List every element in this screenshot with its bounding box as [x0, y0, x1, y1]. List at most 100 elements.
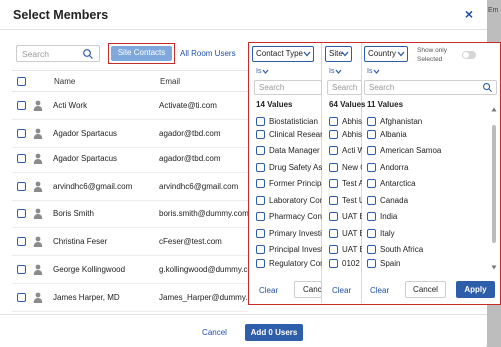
- checkbox[interactable]: [367, 130, 376, 139]
- country-dropdown[interactable]: Country: [364, 46, 408, 62]
- list-item[interactable]: Italy: [367, 227, 487, 241]
- cancel-button[interactable]: Cancel: [405, 281, 446, 298]
- checkbox[interactable]: [367, 229, 376, 238]
- list-item[interactable]: Primary Investigator: [256, 227, 322, 241]
- list-item[interactable]: Andorra: [367, 161, 487, 175]
- site-dropdown[interactable]: Site: [325, 46, 352, 62]
- table-row[interactable]: James Harper, MD James_Harper@dummy.com: [12, 284, 248, 312]
- tab-site-contacts[interactable]: Site Contacts: [108, 43, 175, 64]
- table-row[interactable]: Agador Spartacus agador@tbd.com: [12, 120, 248, 148]
- checkbox[interactable]: [256, 212, 265, 221]
- checkbox[interactable]: [329, 196, 338, 205]
- row-checkbox[interactable]: [17, 101, 26, 110]
- checkbox[interactable]: [256, 163, 265, 172]
- checkbox[interactable]: [329, 117, 338, 126]
- checkbox[interactable]: [329, 245, 338, 254]
- checkbox[interactable]: [256, 196, 265, 205]
- cancel-button[interactable]: Cancel: [294, 281, 322, 298]
- row-checkbox[interactable]: [17, 237, 26, 246]
- clear-button[interactable]: Clear: [332, 286, 351, 295]
- contact-type-search-input[interactable]: Search: [254, 80, 322, 95]
- checkbox[interactable]: [367, 146, 376, 155]
- checkbox[interactable]: [256, 245, 265, 254]
- list-item[interactable]: Abhish: [329, 128, 362, 142]
- add-users-button[interactable]: Add 0 Users: [245, 324, 303, 341]
- checkbox[interactable]: [329, 163, 338, 172]
- contact-type-dropdown[interactable]: Contact Type: [252, 46, 314, 62]
- member-search-box[interactable]: [16, 45, 100, 62]
- list-item[interactable]: Clinical Research: [256, 128, 322, 142]
- checkbox[interactable]: [256, 259, 265, 268]
- list-item[interactable]: UAT E: [329, 243, 362, 257]
- apply-button[interactable]: Apply: [456, 281, 495, 298]
- row-checkbox[interactable]: [17, 209, 26, 218]
- checkbox[interactable]: [256, 130, 265, 139]
- scroll-down-icon[interactable]: [491, 265, 497, 270]
- checkbox[interactable]: [329, 259, 338, 268]
- checkbox[interactable]: [367, 196, 376, 205]
- checkbox[interactable]: [329, 229, 338, 238]
- country-search-input[interactable]: Search: [364, 80, 497, 95]
- cancel-button[interactable]: Cancel: [192, 324, 237, 341]
- checkbox[interactable]: [367, 179, 376, 188]
- checkbox[interactable]: [367, 259, 376, 268]
- site-search-input[interactable]: Search: [327, 80, 362, 95]
- list-item[interactable]: Principal Investigator: [256, 243, 322, 257]
- checkbox[interactable]: [256, 117, 265, 126]
- list-item[interactable]: Acti Wo: [329, 144, 362, 158]
- tab-all-room-users[interactable]: All Room Users: [180, 49, 236, 58]
- country-list-scrollbar[interactable]: [491, 107, 497, 272]
- table-row[interactable]: arvindhc6@gmail.com arvindhc6@gmail.com: [12, 173, 248, 201]
- list-item[interactable]: Data Manager: [256, 144, 322, 158]
- scrollbar-thumb[interactable]: [492, 125, 496, 243]
- list-item[interactable]: UAT E: [329, 210, 362, 224]
- list-item[interactable]: Spain: [367, 257, 487, 271]
- list-item[interactable]: Regulatory Contact: [256, 257, 322, 271]
- checkbox[interactable]: [256, 229, 265, 238]
- table-row[interactable]: Acti Work Activate@ti.com: [12, 92, 248, 120]
- checkbox[interactable]: [329, 179, 338, 188]
- table-row[interactable]: George Kollingwood g.kollingwood@dummy.c…: [12, 256, 248, 284]
- list-item[interactable]: UAT E: [329, 227, 362, 241]
- scroll-up-icon[interactable]: [491, 107, 497, 112]
- row-checkbox[interactable]: [17, 129, 26, 138]
- checkbox[interactable]: [367, 212, 376, 221]
- clear-button[interactable]: Clear: [259, 286, 278, 295]
- list-item[interactable]: New C: [329, 161, 362, 175]
- row-checkbox[interactable]: [17, 182, 26, 191]
- show-only-selected-toggle[interactable]: [462, 51, 476, 59]
- clear-button[interactable]: Clear: [370, 286, 389, 295]
- checkbox[interactable]: [329, 146, 338, 155]
- list-item[interactable]: American Samoa: [367, 144, 487, 158]
- list-item[interactable]: Test U: [329, 194, 362, 208]
- list-item[interactable]: Laboratory Contact: [256, 194, 322, 208]
- search-icon[interactable]: [82, 48, 94, 60]
- member-search-input[interactable]: [22, 47, 80, 60]
- list-item[interactable]: Test A: [329, 177, 362, 191]
- checkbox[interactable]: [367, 117, 376, 126]
- checkbox[interactable]: [367, 245, 376, 254]
- list-item[interactable]: Biostatistician: [256, 115, 322, 129]
- close-button[interactable]: ×: [465, 6, 473, 22]
- checkbox[interactable]: [329, 212, 338, 221]
- list-item[interactable]: Former Principal: [256, 177, 322, 191]
- checkbox[interactable]: [256, 146, 265, 155]
- table-row[interactable]: Agador Spartacus agador@tbd.com: [12, 145, 248, 173]
- select-all-checkbox[interactable]: [17, 77, 26, 86]
- row-checkbox[interactable]: [17, 293, 26, 302]
- list-item[interactable]: Antarctica: [367, 177, 487, 191]
- table-row[interactable]: Christina Feser cFeser@test.com: [12, 228, 248, 256]
- row-checkbox[interactable]: [17, 265, 26, 274]
- table-row[interactable]: Boris Smith boris.smith@dummy.com: [12, 200, 248, 228]
- operator-selector[interactable]: Is: [256, 68, 269, 75]
- column-header-email[interactable]: Email: [160, 77, 180, 86]
- checkbox[interactable]: [256, 179, 265, 188]
- list-item[interactable]: Albania: [367, 128, 487, 142]
- row-checkbox[interactable]: [17, 154, 26, 163]
- search-icon[interactable]: [482, 82, 493, 93]
- list-item[interactable]: Canada: [367, 194, 487, 208]
- operator-selector[interactable]: Is: [329, 68, 342, 75]
- list-item[interactable]: Abhish: [329, 115, 362, 129]
- list-item[interactable]: Drug Safety Associate: [256, 161, 322, 175]
- list-item[interactable]: Pharmacy Contact: [256, 210, 322, 224]
